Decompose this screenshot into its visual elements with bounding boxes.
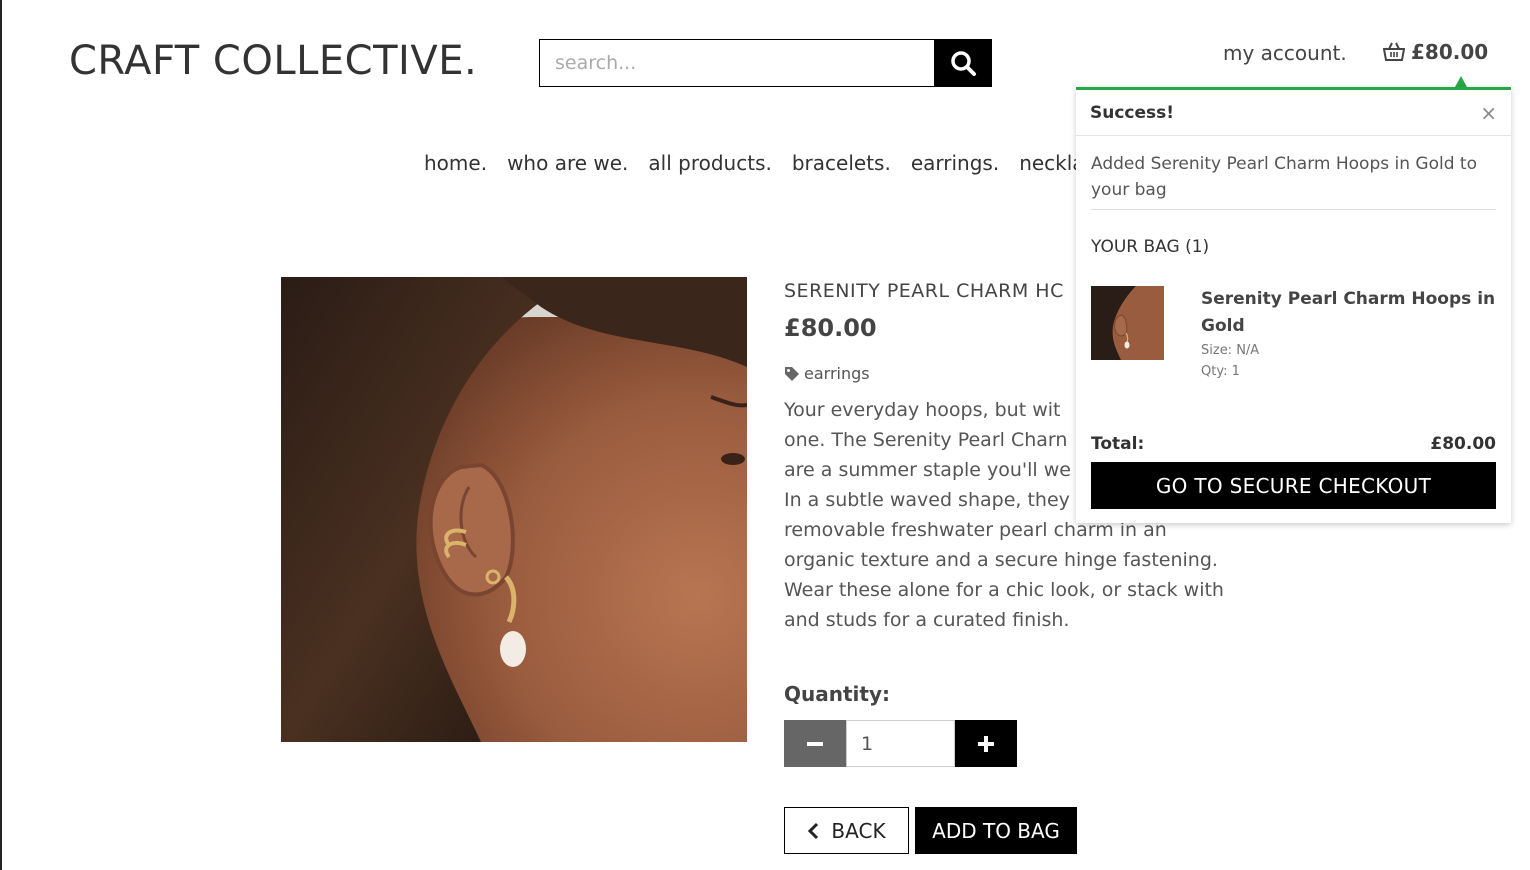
bag-item-info: Serenity Pearl Charm Hoops in Gold Size:…	[1201, 286, 1496, 382]
success-toast: Success! × Added Serenity Pearl Charm Ho…	[1076, 87, 1511, 523]
increment-button[interactable]	[955, 720, 1017, 767]
search-icon	[951, 51, 976, 76]
bag-total-row: Total: £80.00	[1091, 434, 1496, 454]
tag-icon	[785, 366, 799, 381]
total-value: £80.00	[1430, 434, 1496, 454]
search-input[interactable]	[539, 39, 934, 87]
toast-arrow	[1455, 76, 1467, 87]
my-account-link[interactable]: my account.	[1223, 41, 1347, 65]
nav-item-earrings[interactable]: earrings.	[911, 151, 999, 175]
basket-icon	[1383, 42, 1405, 61]
product-image	[281, 277, 747, 742]
shopping-bag-link[interactable]: £80.00	[1383, 40, 1488, 64]
add-to-bag-button[interactable]: ADD TO BAG	[915, 807, 1077, 854]
toast-header: Success! ×	[1076, 90, 1511, 136]
site-logo[interactable]: CRAFT COLLECTIVE.	[69, 38, 477, 84]
bag-item-qty: Qty: 1	[1201, 364, 1240, 379]
minus-icon	[807, 741, 823, 746]
search-button[interactable]	[934, 39, 992, 87]
plus-icon	[978, 735, 994, 752]
nav-item-necklaces[interactable]: neckla	[1019, 151, 1084, 175]
description-line: Wear these alone for a chic look, or sta…	[784, 579, 1224, 601]
decrement-button[interactable]	[784, 720, 846, 767]
quantity-input[interactable]	[846, 720, 955, 767]
main-nav: home. who are we. all products. bracelet…	[424, 151, 1085, 175]
bag-item-thumbnail	[1091, 286, 1164, 360]
toast-message: Added Serenity Pearl Charm Hoops in Gold…	[1091, 136, 1496, 210]
bag-item-name: Serenity Pearl Charm Hoops in Gold	[1201, 289, 1496, 336]
secure-checkout-button[interactable]: GO TO SECURE CHECKOUT	[1091, 462, 1496, 509]
bag-heading: YOUR BAG (1)	[1091, 237, 1210, 257]
nav-item-bracelets[interactable]: bracelets.	[792, 151, 891, 175]
nav-item-all-products[interactable]: all products.	[648, 151, 771, 175]
toast-title: Success!	[1090, 102, 1175, 123]
category-label: earrings	[804, 364, 870, 383]
back-button-label: BACK	[831, 818, 886, 843]
back-button[interactable]: BACK	[784, 807, 909, 854]
bag-item-size: Size: N/A	[1201, 343, 1260, 358]
description-line: organic texture and a secure hinge faste…	[784, 549, 1218, 571]
close-icon[interactable]: ×	[1480, 101, 1497, 125]
bag-total: £80.00	[1411, 40, 1489, 64]
quantity-label: Quantity:	[784, 682, 890, 706]
chevron-left-icon	[808, 822, 819, 839]
nav-item-home[interactable]: home.	[424, 151, 487, 175]
search-bar	[539, 39, 992, 87]
description-line: and studs for a curated finish.	[784, 609, 1070, 631]
quantity-stepper	[784, 720, 1017, 767]
bag-item: Serenity Pearl Charm Hoops in Gold Size:…	[1091, 286, 1496, 382]
total-label: Total:	[1091, 434, 1145, 454]
nav-item-who-are-we[interactable]: who are we.	[507, 151, 628, 175]
